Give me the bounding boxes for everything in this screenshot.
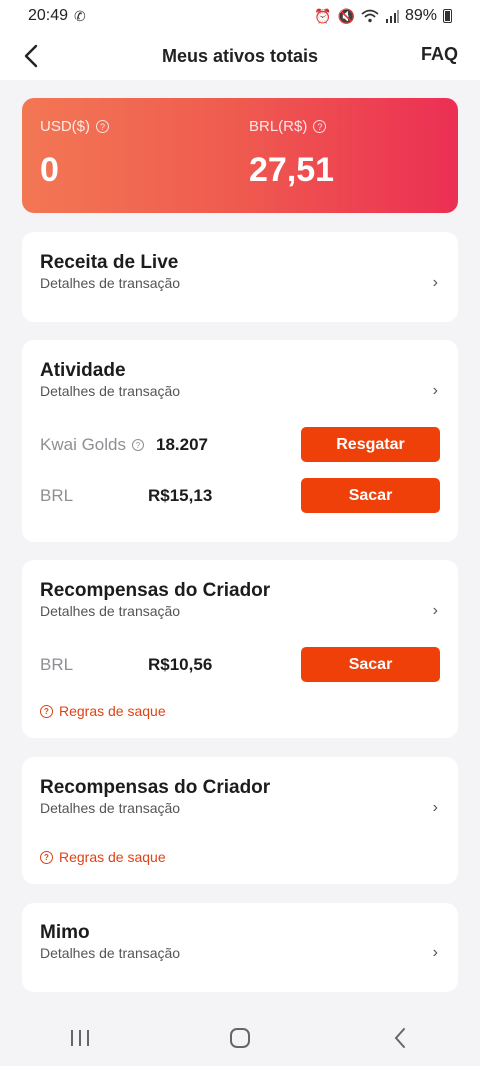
- brl-balance: BRL(R$) ? 27,51: [249, 118, 334, 190]
- creator-rewards-card: Recompensas do Criador Detalhes de trans…: [22, 560, 458, 738]
- back-nav-icon: [394, 1028, 405, 1048]
- card-title: Atividade: [40, 360, 126, 381]
- brl-value: R$15,13: [148, 486, 213, 505]
- back-arrow-icon[interactable]: [18, 42, 46, 70]
- page-title: Meus ativos totais: [161, 45, 319, 66]
- card-subtitle[interactable]: Detalhes de transação: [40, 603, 180, 619]
- status-time: 20:49: [28, 7, 69, 24]
- faq-link[interactable]: FAQ: [421, 44, 458, 65]
- card-subtitle: Detalhes de transação: [40, 275, 181, 291]
- chevron-right-icon[interactable]: ›: [433, 382, 438, 400]
- mute-icon: 🔇: [337, 7, 355, 24]
- chevron-right-icon[interactable]: ›: [433, 944, 438, 962]
- chevron-right-icon[interactable]: ›: [433, 799, 438, 817]
- redeem-button[interactable]: Resgatar: [301, 427, 440, 462]
- recents-button[interactable]: [50, 1018, 110, 1058]
- withdraw-button[interactable]: Sacar: [301, 478, 440, 513]
- usd-label: USD($): [40, 118, 91, 135]
- brl-label: BRL(R$): [249, 118, 308, 135]
- battery-icon: [443, 9, 452, 23]
- card-title: Mimo: [40, 922, 90, 943]
- card-title: Receita de Live: [40, 252, 179, 273]
- withdraw-rules-link[interactable]: ? Regras de saque: [40, 849, 166, 865]
- home-button[interactable]: [210, 1018, 270, 1058]
- brl-value: R$10,56: [148, 655, 213, 674]
- card-subtitle[interactable]: Detalhes de transação: [40, 383, 180, 399]
- usd-value: 0: [40, 151, 59, 189]
- call-icon: ✆: [74, 7, 86, 24]
- brl-label: BRL: [40, 486, 74, 505]
- activity-card: Atividade Detalhes de transação › Kwai G…: [22, 340, 458, 542]
- card-title: Recompensas do Criador: [40, 580, 271, 601]
- recents-icon: [71, 1030, 89, 1046]
- chevron-right-icon[interactable]: ›: [433, 602, 438, 620]
- signal-icon: [385, 10, 399, 23]
- card-subtitle[interactable]: Detalhes de transação: [40, 800, 180, 816]
- total-assets-card: USD($) ? 0 BRL(R$) ? 27,51: [22, 98, 458, 213]
- help-icon[interactable]: ?: [313, 120, 327, 133]
- creator-rewards-card-2: Recompensas do Criador Detalhes de trans…: [22, 757, 458, 884]
- alarm-icon: ⏰: [314, 7, 332, 24]
- brl-label: BRL: [40, 655, 74, 674]
- kwai-golds-label: Kwai Golds ?: [40, 435, 144, 455]
- live-revenue-card[interactable]: Receita de Live Detalhes de transação ›: [22, 232, 458, 322]
- app-header: Meus ativos totais FAQ: [0, 32, 480, 80]
- usd-balance: USD($) ? 0: [40, 118, 110, 190]
- help-icon: ?: [40, 704, 53, 718]
- help-icon[interactable]: ?: [96, 120, 110, 133]
- system-nav-bar: [0, 1010, 480, 1066]
- chevron-right-icon[interactable]: ›: [433, 274, 438, 292]
- card-subtitle: Detalhes de transação: [40, 945, 181, 961]
- wifi-icon: [361, 9, 379, 23]
- gift-card[interactable]: Mimo Detalhes de transação ›: [22, 903, 458, 992]
- help-icon[interactable]: ?: [131, 439, 144, 451]
- brl-value: 27,51: [249, 151, 335, 189]
- kwai-golds-value: 18.207: [156, 435, 208, 454]
- back-button[interactable]: [370, 1018, 430, 1058]
- help-icon: ?: [40, 850, 53, 864]
- card-title: Recompensas do Criador: [40, 777, 271, 798]
- home-icon: [230, 1028, 250, 1048]
- battery-percent: 89%: [404, 7, 437, 24]
- status-bar: 20:49 ✆ ⏰ 🔇 89%: [0, 0, 480, 32]
- withdraw-rules-link[interactable]: ? Regras de saque: [40, 703, 166, 719]
- withdraw-button[interactable]: Sacar: [301, 647, 440, 682]
